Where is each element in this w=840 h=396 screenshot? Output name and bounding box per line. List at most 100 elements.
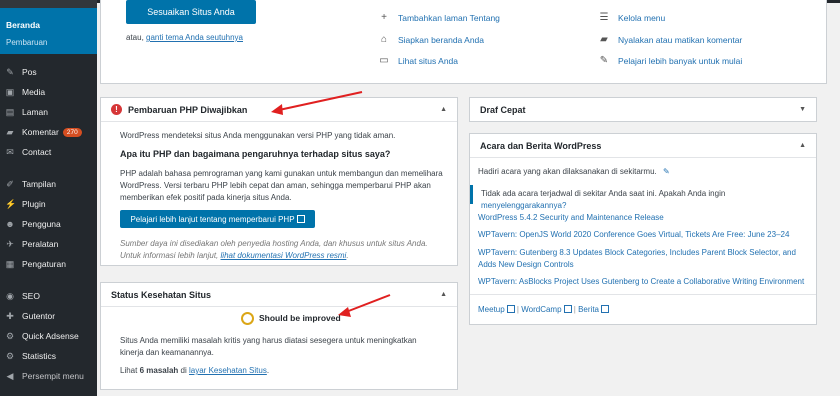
sidebar-item-pengaturan[interactable]: ▦ Pengaturan <box>0 254 97 274</box>
learn-more-link[interactable]: ✎ Pelajari lebih banyak untuk mulai <box>598 55 742 66</box>
edit-location-icon[interactable]: ✎ <box>663 167 670 176</box>
sidebar-item-pos[interactable]: ✎ Pos <box>0 62 97 82</box>
sidebar-item-label: Quick Adsense <box>22 331 79 341</box>
annotation-arrow-php <box>271 91 363 115</box>
sidebar-item-label: Media <box>22 87 46 97</box>
sidebar-item-label: Statistics <box>22 351 57 361</box>
external-link-icon <box>563 305 572 313</box>
plugin-icon: ⚡ <box>5 199 17 209</box>
brush-icon: ✐ <box>6 179 14 189</box>
sidebar-item-media[interactable]: ▣ Media <box>0 82 97 102</box>
button-label: Pelajari lebih lanjut tentang memperbaru… <box>130 214 295 224</box>
site-health-box: Status Kesehatan Situs ▲ Should be impro… <box>100 282 458 390</box>
users-icon: ☻ <box>5 219 15 229</box>
sidebar-item-plugin[interactable]: ⚡ Plugin <box>0 194 97 214</box>
news-link-0[interactable]: WordPress 5.4.2 Security and Maintenance… <box>478 213 664 222</box>
sidebar-item-label: Laman <box>22 107 48 117</box>
sidebar-item-label: Komentar <box>22 127 59 137</box>
sidebar-item-label: Pengaturan <box>22 259 66 269</box>
news-link-1[interactable]: WPTavern: OpenJS World 2020 Conference G… <box>478 230 789 239</box>
sidebar-item-seo[interactable]: ◉ SEO <box>0 286 97 306</box>
sidebar-item-label: Contact <box>22 147 52 157</box>
stats-icon: ⚙ <box>5 351 15 361</box>
events-box-header[interactable]: Acara dan Berita WordPress ▲ <box>470 134 816 158</box>
sidebar-item-label: Tampilan <box>22 179 57 189</box>
sidebar-item-collapse[interactable]: ◀ Persempit menu <box>0 366 97 386</box>
admin-sidebar: Beranda Pembaruan ✎ Pos ▣ Media ▤ Laman ▰ Ko… <box>0 0 97 396</box>
annotation-arrow-health <box>338 294 391 317</box>
sidebar-item-label: Peralatan <box>22 239 59 249</box>
external-link-icon <box>601 305 609 313</box>
php-subheading: Apa itu PHP dan bagaimana pengaruhnya te… <box>120 149 391 159</box>
sidebar-item-pengguna[interactable]: ☻ Pengguna <box>0 214 97 234</box>
comment-icon: ▰ <box>6 127 14 137</box>
comment-icon: ▰ <box>600 34 608 45</box>
manage-menus-link[interactable]: ☰ Kelola menu <box>598 12 666 23</box>
collapse-caret-icon[interactable]: ▲ <box>440 106 447 113</box>
link-label: Pelajari lebih banyak untuk mulai <box>618 55 743 66</box>
sidebar-item-label: SEO <box>22 291 40 301</box>
mail-icon: ✉ <box>6 147 14 157</box>
sidebar-item-quick-adsense[interactable]: ⚙ Quick Adsense <box>0 326 97 346</box>
sidebar-home-title[interactable]: Beranda <box>6 20 40 30</box>
news-footer-link[interactable]: Berita <box>578 305 609 314</box>
sidebar-item-label: Pos <box>22 67 37 77</box>
host-event-link[interactable]: menyelenggarakannya? <box>481 201 566 210</box>
view-icon: ▭ <box>379 55 389 66</box>
add-about-page-link[interactable]: + Tambahkan laman Tentang <box>378 12 500 23</box>
customize-site-button[interactable]: Sesuaikan Situs Anda <box>126 0 256 24</box>
sidebar-home-sub[interactable]: Pembaruan <box>6 38 47 47</box>
health-box-title: Status Kesehatan Situs <box>111 289 212 300</box>
issues-count: 6 masalah <box>139 366 179 375</box>
sidebar-item-statistics[interactable]: ⚙ Statistics <box>0 346 97 366</box>
see-prefix: Lihat <box>120 366 138 375</box>
change-theme-link[interactable]: ganti tema Anda seutuhnya <box>146 33 243 42</box>
wordcamp-link[interactable]: WordCamp <box>521 305 572 314</box>
note-end: . <box>346 251 349 260</box>
seo-icon: ◉ <box>6 291 14 301</box>
sidebar-item-komentar[interactable]: ▰ Komentar 270 <box>0 122 97 142</box>
link-label: Kelola menu <box>618 12 666 23</box>
sidebar-item-tampilan[interactable]: ✐ Tampilan <box>0 174 97 194</box>
site-health-link[interactable]: layar Kesehatan Situs <box>189 366 267 375</box>
collapse-caret-icon[interactable]: ▼ <box>799 106 806 113</box>
health-box-header[interactable]: Status Kesehatan Situs ▲ <box>101 283 457 307</box>
quick-draft-box: Draf Cepat ▼ <box>469 97 817 122</box>
sidebar-item-peralatan[interactable]: ✈ Peralatan <box>0 234 97 254</box>
learn-update-php-button[interactable]: Pelajari lebih lanjut tentang memperbaru… <box>120 210 315 228</box>
health-issues-line: Lihat 6 masalah di layar Kesehatan Situs… <box>120 365 269 377</box>
home-icon: ⌂ <box>380 34 388 45</box>
php-detected-text: WordPress mendeteksi situs Anda mengguna… <box>120 131 396 140</box>
see-mid: di <box>180 366 187 375</box>
link-label: Nyalakan atau matikan komentar <box>618 34 743 45</box>
sidebar-item-label: Persempit menu <box>22 371 84 381</box>
health-desc: Situs Anda memiliki masalah kritis yang … <box>120 336 417 357</box>
sidebar-item-label: Plugin <box>22 199 46 209</box>
collapse-caret-icon[interactable]: ▲ <box>799 142 806 149</box>
official-docs-link[interactable]: lihat dokumentasi WordPress resmi <box>221 251 347 260</box>
health-status-ring-icon <box>241 312 254 325</box>
external-link-icon <box>506 305 515 313</box>
toggle-comments-link[interactable]: ▰ Nyalakan atau matikan komentar <box>598 34 742 45</box>
link-label: Tambahkan laman Tentang <box>398 12 500 23</box>
events-box-title: Acara dan Berita WordPress <box>480 140 602 151</box>
events-location: Hadiri acara yang akan dilaksanakan di s… <box>478 166 670 178</box>
menu-icon: ☰ <box>599 12 609 23</box>
meetup-link[interactable]: Meetup <box>478 305 515 314</box>
collapse-caret-icon[interactable]: ▲ <box>440 291 447 298</box>
php-box-title: Pembaruan PHP Diwajibkan <box>128 104 248 115</box>
sidebar-item-laman[interactable]: ▤ Laman <box>0 102 97 122</box>
gutentor-icon: ✚ <box>6 311 14 321</box>
meetup-label: Meetup <box>478 305 505 314</box>
sidebar-item-gutentor[interactable]: ✚ Gutentor <box>0 306 97 326</box>
events-divider <box>470 294 816 295</box>
news-link-3[interactable]: WPTavern: AsBlocks Project Uses Gutenber… <box>478 277 804 286</box>
setup-homepage-link[interactable]: ⌂ Siapkan beranda Anda <box>378 34 484 45</box>
draft-box-header[interactable]: Draf Cepat ▼ <box>470 98 816 122</box>
error-icon: ! <box>111 104 122 115</box>
view-site-link[interactable]: ▭ Lihat situs Anda <box>378 55 458 66</box>
news-link-2[interactable]: WPTavern: Gutenberg 8.3 Updates Block Ca… <box>478 247 813 271</box>
sidebar-item-beranda[interactable]: Beranda Pembaruan <box>0 8 97 54</box>
php-update-box: ! Pembaruan PHP Diwajibkan ▲ WordPress m… <box>100 97 458 266</box>
sidebar-item-contact[interactable]: ✉ Contact <box>0 142 97 162</box>
